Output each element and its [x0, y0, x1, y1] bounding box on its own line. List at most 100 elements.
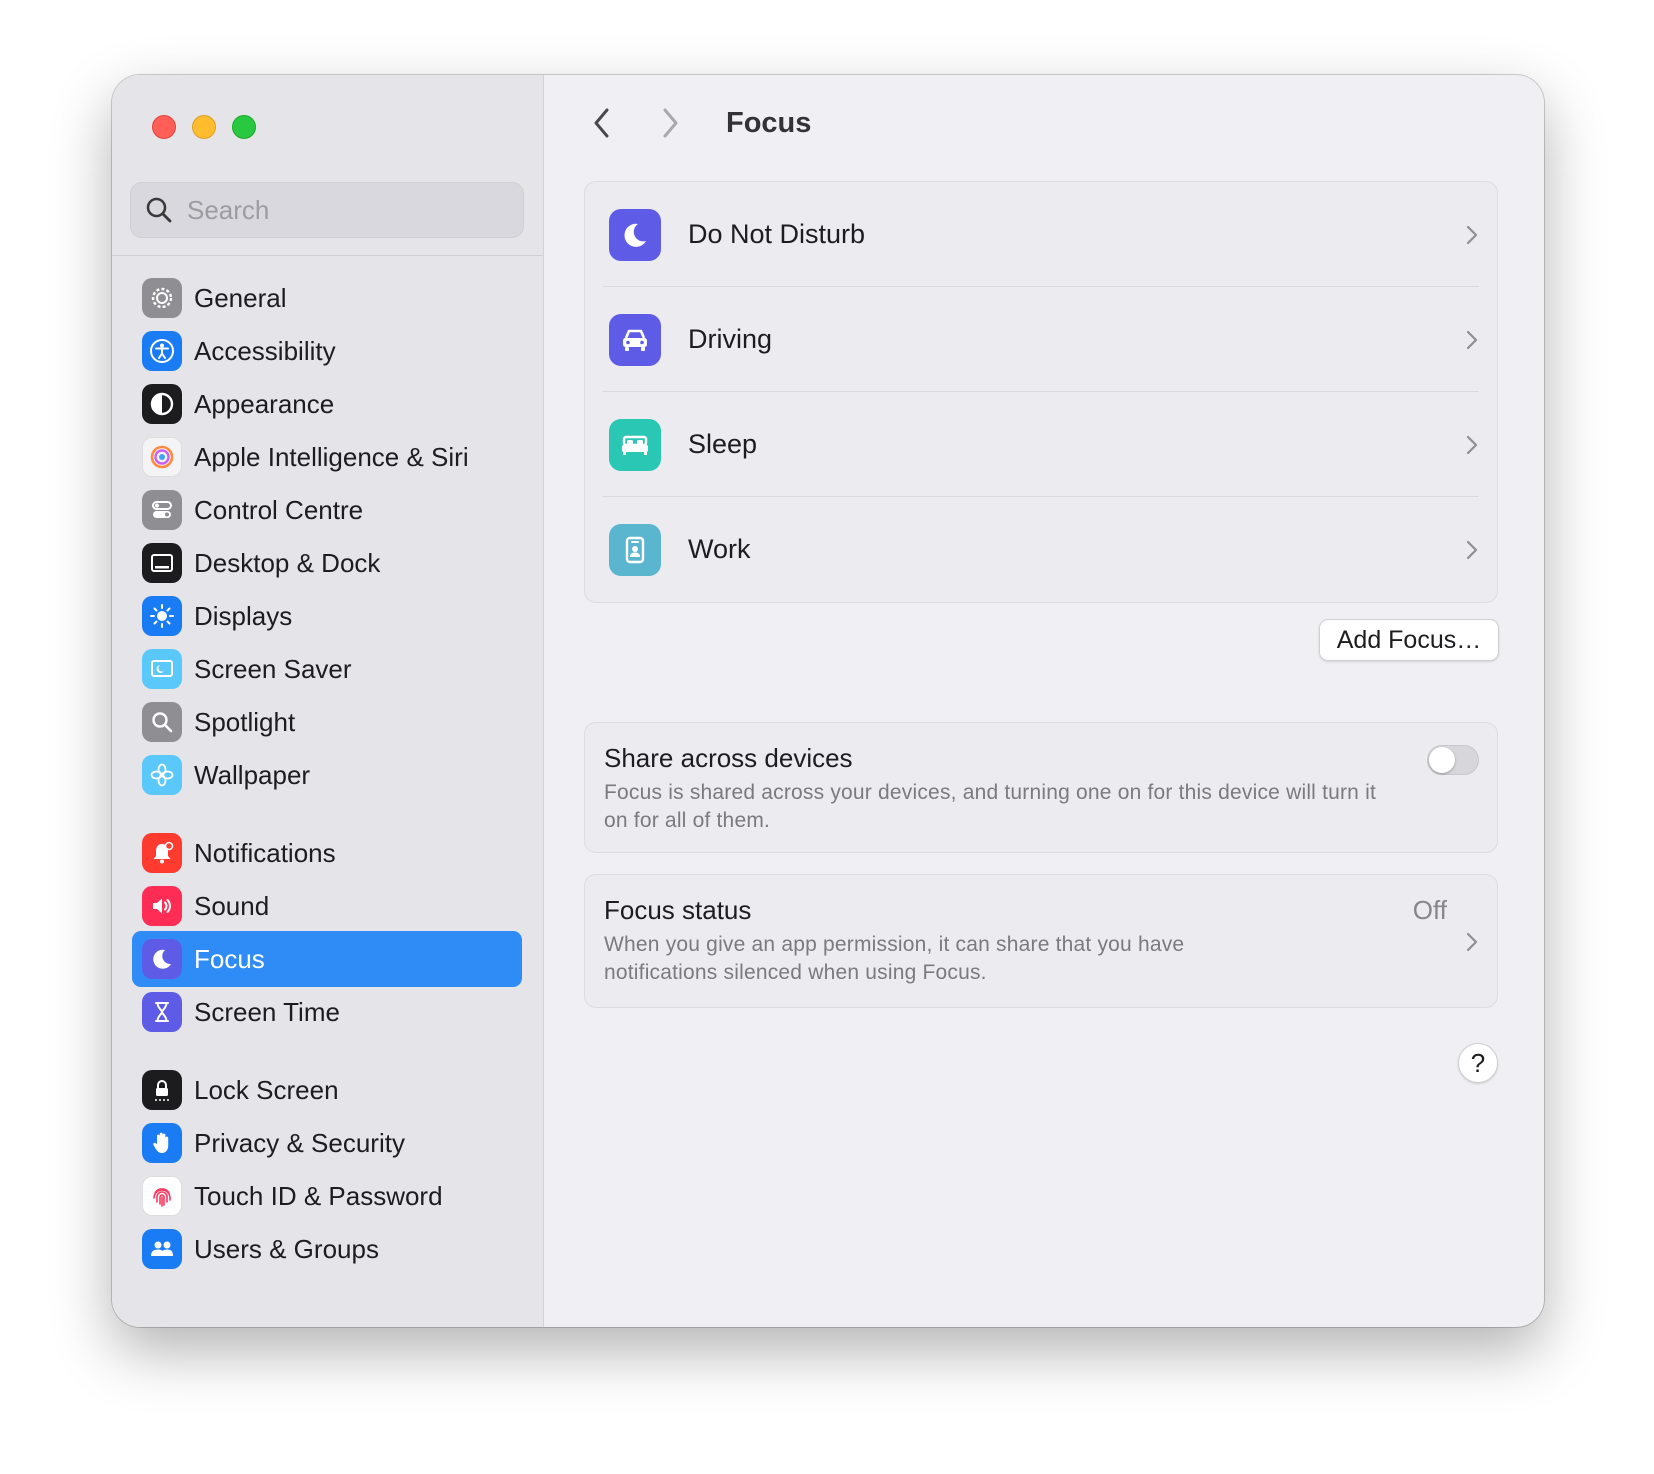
desktop-dock-icon [142, 543, 182, 583]
notifications-icon [142, 833, 182, 873]
sidebar-item-label: Displays [194, 600, 293, 631]
sidebar-item-apple-intelligence-siri[interactable]: Apple Intelligence & Siri [132, 429, 522, 485]
sidebar-item-label: Spotlight [194, 706, 296, 737]
lock-icon [142, 1070, 182, 1110]
gear-icon [142, 278, 182, 318]
page-title: Focus [726, 107, 812, 139]
sidebar-item-focus[interactable]: Focus [132, 931, 522, 987]
sidebar-item-label: Apple Intelligence & Siri [194, 441, 469, 472]
sidebar-item-label: Notifications [194, 837, 336, 868]
chevron-right-icon [1466, 540, 1478, 559]
focus-status-row[interactable]: Focus status Off When you give an app pe… [584, 874, 1498, 1008]
add-focus-button[interactable]: Add Focus… [1319, 619, 1499, 661]
appearance-icon [142, 384, 182, 424]
share-description: Focus is shared across your devices, and… [604, 781, 1376, 832]
search-field[interactable] [130, 182, 524, 238]
sidebar-item-general[interactable]: General [132, 270, 522, 326]
forward-button[interactable] [650, 103, 690, 143]
screen-saver-icon [142, 649, 182, 689]
hourglass-icon [142, 992, 182, 1032]
sidebar-item-screen-time[interactable]: Screen Time [132, 984, 522, 1040]
hand-icon [142, 1123, 182, 1163]
focus-modes-list: Do Not Disturb Driving Sleep Work [584, 181, 1498, 603]
spotlight-icon [142, 702, 182, 742]
sidebar-item-touch-id-password[interactable]: Touch ID & Password [132, 1168, 522, 1224]
chevron-right-icon [1466, 330, 1478, 349]
bed-icon [609, 418, 661, 471]
sidebar-item-label: Focus [194, 943, 265, 974]
chevron-right-icon [663, 108, 678, 138]
main-content: Focus Do Not Disturb Driving Sleep Work … [544, 75, 1544, 1327]
sound-icon [142, 886, 182, 926]
zoom-window-button[interactable] [232, 115, 256, 139]
control-centre-icon [142, 490, 182, 530]
focus-row-label: Driving [688, 324, 773, 354]
traffic-lights [152, 115, 256, 139]
focus-row-label: Do Not Disturb [688, 219, 866, 249]
chevron-right-icon [1466, 435, 1478, 454]
help-button[interactable]: ? [1458, 1043, 1498, 1083]
id-badge-icon [609, 523, 661, 576]
sidebar-item-label: Users & Groups [194, 1233, 379, 1264]
sidebar-item-screen-saver[interactable]: Screen Saver [132, 641, 522, 697]
accessibility-icon [142, 331, 182, 371]
sidebar-item-label: Screen Time [194, 996, 340, 1027]
sidebar-item-notifications[interactable]: Notifications [132, 825, 522, 881]
chevron-left-icon [594, 108, 609, 138]
sidebar-divider [112, 255, 543, 256]
settings-window: General Accessibility Appearance [112, 75, 1544, 1327]
sidebar-item-spotlight[interactable]: Spotlight [132, 694, 522, 750]
chevron-right-icon [1466, 932, 1478, 952]
sidebar-item-label: Screen Saver [194, 653, 352, 684]
focus-row-label: Work [688, 534, 751, 564]
focus-row-do-not-disturb[interactable]: Do Not Disturb [585, 182, 1497, 287]
toggle-knob [1429, 747, 1455, 773]
focus-status-value: Off [1412, 895, 1447, 925]
moon-icon [142, 939, 182, 979]
share-across-devices-toggle[interactable] [1427, 745, 1479, 775]
sidebar: General Accessibility Appearance [112, 75, 544, 1327]
focus-row-label: Sleep [688, 429, 758, 459]
sidebar-item-label: Wallpaper [194, 759, 311, 790]
toolbar: Focus [544, 95, 1544, 155]
sidebar-item-label: General [194, 282, 287, 313]
sidebar-item-desktop-dock[interactable]: Desktop & Dock [132, 535, 522, 591]
sidebar-item-sound[interactable]: Sound [132, 878, 522, 934]
sidebar-item-lock-screen[interactable]: Lock Screen [132, 1062, 522, 1118]
moon-icon [609, 208, 661, 261]
sidebar-item-users-groups[interactable]: Users & Groups [132, 1221, 522, 1277]
siri-icon [142, 437, 182, 477]
share-across-devices-card: Share across devices Focus is shared acr… [584, 722, 1498, 853]
search-icon [146, 197, 172, 223]
focus-status-description: When you give an app permission, it can … [604, 933, 1185, 984]
sidebar-item-label: Lock Screen [194, 1074, 339, 1105]
focus-row-work[interactable]: Work [585, 497, 1497, 602]
sidebar-item-privacy-security[interactable]: Privacy & Security [132, 1115, 522, 1171]
search-input[interactable] [187, 194, 507, 226]
focus-row-driving[interactable]: Driving [585, 287, 1497, 392]
fingerprint-icon [142, 1176, 182, 1216]
sidebar-item-wallpaper[interactable]: Wallpaper [132, 747, 522, 803]
sidebar-item-label: Accessibility [194, 335, 336, 366]
sidebar-item-label: Desktop & Dock [194, 547, 381, 578]
users-icon [142, 1229, 182, 1269]
chevron-right-icon [1466, 225, 1478, 244]
sidebar-item-accessibility[interactable]: Accessibility [132, 323, 522, 379]
focus-status-title: Focus status [604, 895, 752, 925]
sidebar-item-appearance[interactable]: Appearance [132, 376, 522, 432]
minimize-window-button[interactable] [192, 115, 216, 139]
sidebar-item-label: Privacy & Security [194, 1127, 405, 1158]
sidebar-item-label: Control Centre [194, 494, 364, 525]
car-icon [609, 313, 661, 366]
close-window-button[interactable] [152, 115, 176, 139]
sidebar-item-label: Appearance [194, 388, 335, 419]
share-title: Share across devices [604, 743, 853, 773]
focus-row-sleep[interactable]: Sleep [585, 392, 1497, 497]
back-button[interactable] [582, 103, 622, 143]
sidebar-item-control-centre[interactable]: Control Centre [132, 482, 522, 538]
sidebar-item-displays[interactable]: Displays [132, 588, 522, 644]
wallpaper-icon [142, 755, 182, 795]
displays-icon [142, 596, 182, 636]
sidebar-item-label: Touch ID & Password [194, 1180, 443, 1211]
sidebar-item-label: Sound [194, 890, 270, 921]
